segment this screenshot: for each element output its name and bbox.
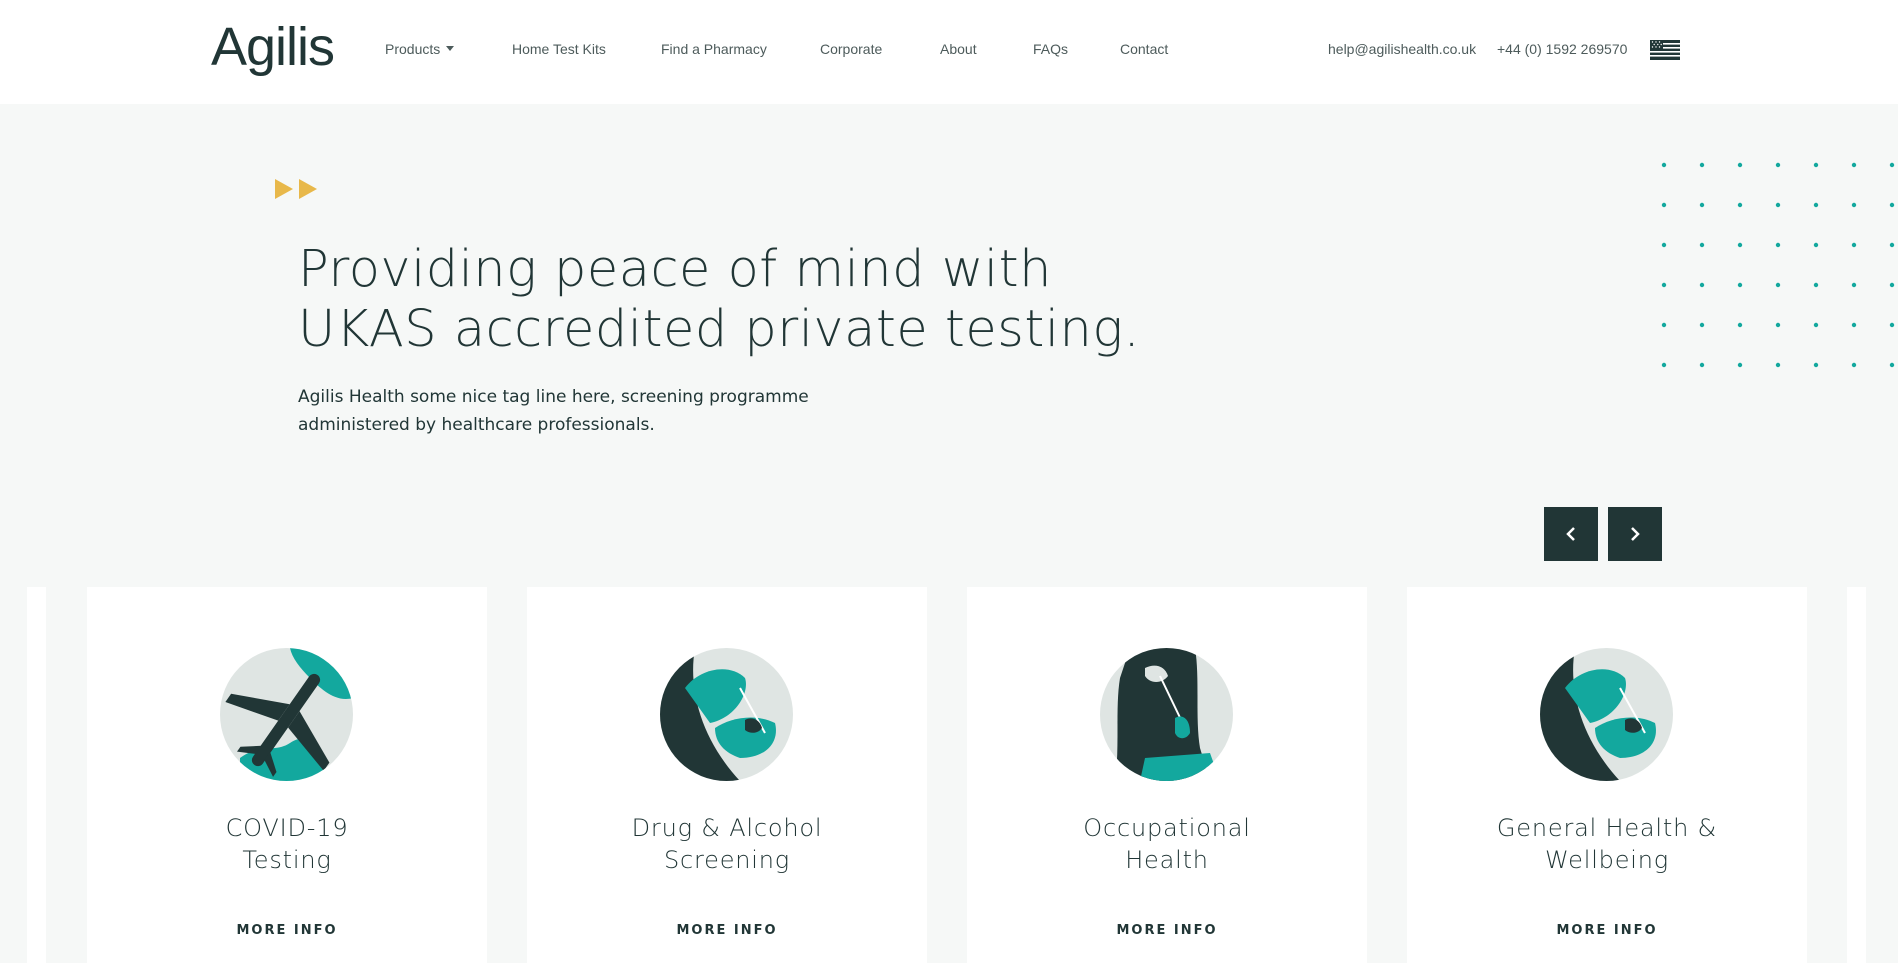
decorative-dot — [1813, 242, 1819, 248]
card-title: COVID-19 Testing — [87, 812, 487, 876]
decorative-dot — [1851, 362, 1857, 368]
decorative-dot — [1851, 202, 1857, 208]
hero-subtitle: Agilis Health some nice tag line here, s… — [298, 383, 818, 439]
logo[interactable]: Agilis — [211, 16, 335, 78]
card-edge-left — [27, 587, 46, 963]
decorative-dot — [1775, 202, 1781, 208]
service-card-drug-alcohol[interactable]: Drug & Alcohol Screening MORE INFO — [527, 587, 927, 963]
decorative-dot — [1737, 322, 1743, 328]
hero-subtitle-line-2: administered by healthcare professionals… — [298, 415, 655, 435]
hero-subtitle-line-1: Agilis Health some nice tag line here, s… — [298, 387, 809, 407]
decorative-dot — [1737, 242, 1743, 248]
nav-item-products[interactable]: Products — [385, 41, 455, 57]
decorative-dot — [1813, 202, 1819, 208]
decorative-dot — [1775, 322, 1781, 328]
service-card-covid[interactable]: COVID-19 Testing MORE INFO — [87, 587, 487, 963]
throat-swab-icon — [1100, 648, 1233, 781]
hero-title: Providing peace of mind with UKAS accred… — [298, 240, 1198, 360]
play-arrows-icon — [275, 179, 317, 199]
carousel-next-button[interactable] — [1608, 507, 1662, 561]
decorative-dot — [1737, 362, 1743, 368]
decorative-dot — [1851, 282, 1857, 288]
nav-item-contact[interactable]: Contact — [1120, 41, 1168, 57]
more-info-link[interactable]: MORE INFO — [967, 923, 1367, 938]
chevron-left-icon — [1566, 527, 1575, 541]
us-flag-icon[interactable] — [1650, 40, 1680, 60]
decorative-dot — [1737, 202, 1743, 208]
card-title: Drug & Alcohol Screening — [527, 812, 927, 876]
decorative-dot — [1813, 282, 1819, 288]
service-card-general-health[interactable]: General Health & Wellbeing MORE INFO — [1407, 587, 1807, 963]
more-info-link[interactable]: MORE INFO — [87, 923, 487, 938]
more-info-link[interactable]: MORE INFO — [527, 923, 927, 938]
decorative-dot — [1699, 162, 1705, 168]
card-title-line-2: Testing — [242, 846, 332, 874]
card-title-line-1: COVID-19 — [225, 814, 349, 842]
service-card-occupational[interactable]: Occupational Health MORE INFO — [967, 587, 1367, 963]
decorative-dot — [1737, 162, 1743, 168]
card-title-line-2: Screening — [664, 846, 790, 874]
card-title-line-1: Drug & Alcohol — [631, 814, 823, 842]
decorative-dot — [1661, 362, 1667, 368]
decorative-dot — [1661, 322, 1667, 328]
caret-down-icon — [446, 46, 455, 51]
card-edge-right — [1847, 587, 1866, 963]
decorative-dot — [1775, 242, 1781, 248]
nav-item-home-test-kits[interactable]: Home Test Kits — [512, 41, 606, 57]
decorative-dot — [1737, 282, 1743, 288]
swab-test-icon — [660, 648, 793, 781]
email-link[interactable]: help@agilishealth.co.uk — [1328, 41, 1476, 57]
decorative-dot — [1889, 282, 1895, 288]
decorative-dot — [1699, 202, 1705, 208]
decorative-dot — [1661, 202, 1667, 208]
decorative-dot — [1699, 362, 1705, 368]
card-title-line-1: Occupational — [1083, 814, 1251, 842]
decorative-dot — [1889, 242, 1895, 248]
airplane-icon — [220, 648, 353, 781]
carousel-prev-button[interactable] — [1544, 507, 1598, 561]
card-title-line-2: Wellbeing — [1545, 846, 1669, 874]
nav-item-corporate[interactable]: Corporate — [820, 41, 882, 57]
decorative-dot — [1889, 162, 1895, 168]
swab-test-icon — [1540, 648, 1673, 781]
decorative-dot — [1851, 162, 1857, 168]
decorative-dot — [1775, 362, 1781, 368]
site-header: Agilis Products Home Test Kits Find a Ph… — [0, 0, 1898, 104]
decorative-dot — [1699, 322, 1705, 328]
decorative-dot — [1813, 362, 1819, 368]
decorative-dot — [1775, 282, 1781, 288]
decorative-dot — [1661, 242, 1667, 248]
card-title-line-1: General Health & — [1496, 814, 1718, 842]
decorative-dot — [1851, 322, 1857, 328]
decorative-dot — [1851, 242, 1857, 248]
decorative-dot — [1699, 282, 1705, 288]
decorative-dot — [1889, 202, 1895, 208]
nav-item-faqs[interactable]: FAQs — [1033, 41, 1068, 57]
card-title-line-2: Health — [1125, 846, 1209, 874]
dot-pattern-decoration — [1661, 162, 1895, 368]
more-info-link[interactable]: MORE INFO — [1407, 923, 1807, 938]
decorative-dot — [1813, 322, 1819, 328]
decorative-dot — [1889, 322, 1895, 328]
chevron-right-icon — [1631, 527, 1640, 541]
phone-link[interactable]: +44 (0) 1592 269570 — [1497, 41, 1627, 57]
nav-item-find-a-pharmacy[interactable]: Find a Pharmacy — [661, 41, 767, 57]
decorative-dot — [1661, 162, 1667, 168]
decorative-dot — [1775, 162, 1781, 168]
decorative-dot — [1699, 242, 1705, 248]
decorative-dot — [1813, 162, 1819, 168]
card-title: Occupational Health — [967, 812, 1367, 876]
card-title: General Health & Wellbeing — [1407, 812, 1807, 876]
hero-title-line-1: Providing peace of mind with — [298, 240, 1052, 299]
hero-title-line-2: UKAS accredited private testing. — [298, 300, 1141, 359]
decorative-dot — [1889, 362, 1895, 368]
decorative-dot — [1661, 282, 1667, 288]
nav-item-about[interactable]: About — [940, 41, 977, 57]
